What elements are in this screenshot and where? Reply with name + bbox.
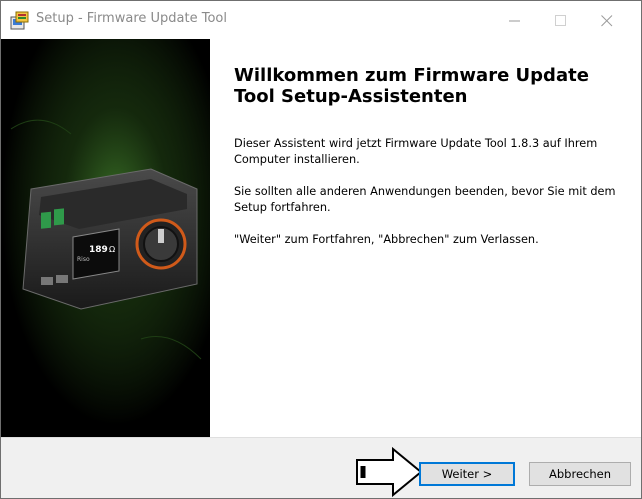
wizard-sidebar-image: 189 Ω Riso xyxy=(1,39,210,437)
minimize-button[interactable] xyxy=(492,1,538,39)
close-apps-paragraph: Sie sollten alle anderen Anwendungen bee… xyxy=(234,185,616,214)
setup-app-icon xyxy=(10,11,30,31)
maximize-button[interactable] xyxy=(538,1,584,39)
title-bar[interactable]: Setup - Firmware Update Tool xyxy=(1,1,641,39)
cancel-button[interactable]: Abbrechen xyxy=(529,462,631,486)
close-icon xyxy=(601,15,613,27)
device-screen-unit: Ω xyxy=(109,245,115,254)
device-screen-value: 189 xyxy=(89,245,108,255)
minimize-icon xyxy=(509,20,520,22)
instructions-paragraph: "Weiter" zum Fortfahren, "Abbrechen" zum… xyxy=(234,233,539,246)
window-title: Setup - Firmware Update Tool xyxy=(36,11,227,26)
setup-window: Setup - Firmware Update Tool 189 Ω Riso … xyxy=(0,0,642,499)
pointer-arrow-icon xyxy=(356,446,423,498)
welcome-heading: Willkommen zum Firmware Update Tool Setu… xyxy=(234,65,589,107)
welcome-content: Willkommen zum Firmware Update Tool Setu… xyxy=(210,39,641,437)
wizard-footer: Weiter > Abbrechen xyxy=(1,437,641,498)
intro-paragraph: Dieser Assistent wird jetzt Firmware Upd… xyxy=(234,137,598,166)
close-button[interactable] xyxy=(584,1,630,39)
device-screen-label: Riso xyxy=(77,256,90,263)
maximize-icon xyxy=(555,15,566,26)
next-button[interactable]: Weiter > xyxy=(419,462,515,486)
device-illustration: 189 Ω Riso xyxy=(1,39,210,437)
